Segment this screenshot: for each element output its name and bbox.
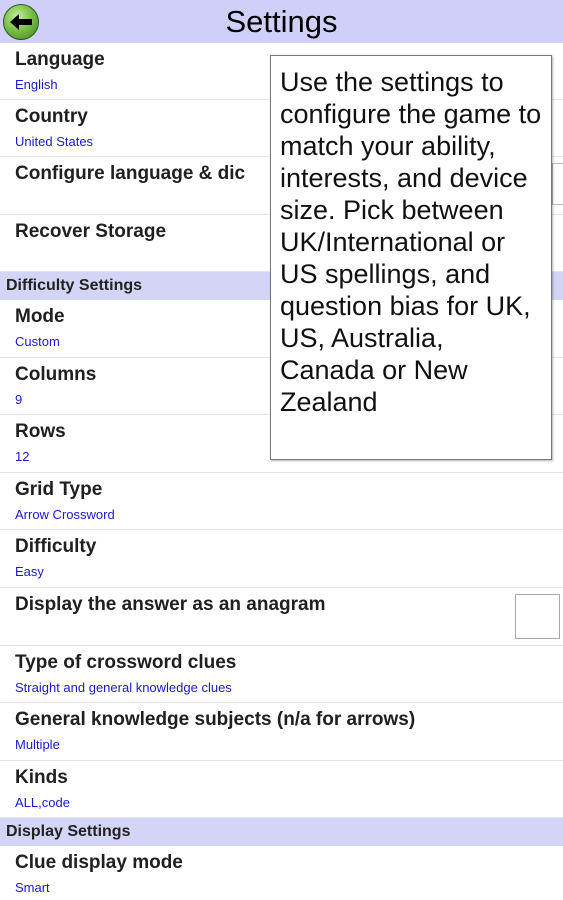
help-tooltip[interactable]: Use the settings to configure the game t… xyxy=(270,55,552,460)
setting-value: Multiple xyxy=(15,737,60,752)
setting-grid-type[interactable]: Grid Type Arrow Crossword xyxy=(0,473,563,530)
setting-clue-display-mode[interactable]: Clue display mode Smart xyxy=(0,846,563,900)
setting-value: Arrow Crossword xyxy=(15,507,115,522)
setting-label: Language xyxy=(15,49,105,70)
setting-value: Easy xyxy=(15,564,44,579)
setting-value: English xyxy=(15,77,58,92)
setting-value: Straight and general knowledge clues xyxy=(15,680,232,695)
page-title: Settings xyxy=(225,4,338,39)
setting-label: Type of crossword clues xyxy=(15,652,237,673)
setting-label: Display the answer as an anagram xyxy=(15,594,326,615)
setting-label: General knowledge subjects (n/a for arro… xyxy=(15,709,416,730)
section-display-settings: Display Settings xyxy=(0,818,563,846)
setting-label: Grid Type xyxy=(15,479,103,500)
section-title: Display Settings xyxy=(6,823,131,840)
setting-label: Rows xyxy=(15,421,66,442)
setting-difficulty[interactable]: Difficulty Easy xyxy=(0,530,563,588)
configure-language-control[interactable] xyxy=(552,163,563,205)
setting-label: Columns xyxy=(15,364,97,385)
setting-label: Recover Storage xyxy=(15,221,167,242)
setting-value: United States xyxy=(15,134,94,149)
setting-clue-type[interactable]: Type of crossword clues Straight and gen… xyxy=(0,646,563,703)
setting-value: 9 xyxy=(15,392,23,407)
anagram-checkbox[interactable] xyxy=(515,594,560,639)
setting-value: Custom xyxy=(15,334,60,349)
setting-label: Mode xyxy=(15,306,65,327)
setting-label: Configure language & dic xyxy=(15,163,246,184)
setting-value: Smart xyxy=(15,880,50,895)
setting-kinds[interactable]: Kinds ALL,code xyxy=(0,761,563,818)
setting-anagram[interactable]: Display the answer as an anagram xyxy=(0,588,563,646)
setting-value: ALL,code xyxy=(15,795,70,810)
setting-label: Difficulty xyxy=(15,536,97,557)
section-title: Difficulty Settings xyxy=(6,277,143,294)
setting-general-knowledge[interactable]: General knowledge subjects (n/a for arro… xyxy=(0,703,563,761)
setting-label: Clue display mode xyxy=(15,852,183,873)
setting-value: 12 xyxy=(15,449,30,464)
setting-label: Country xyxy=(15,106,88,127)
setting-label: Kinds xyxy=(15,767,68,788)
header-bar: Settings xyxy=(0,0,563,43)
